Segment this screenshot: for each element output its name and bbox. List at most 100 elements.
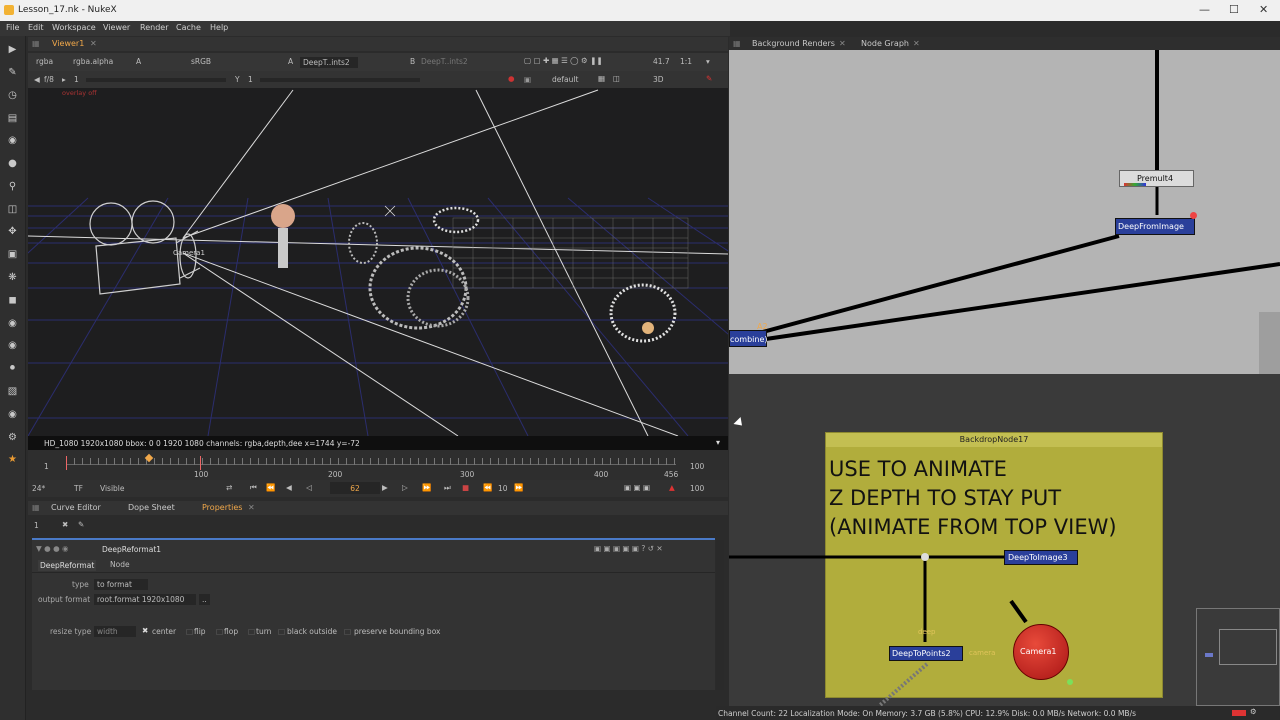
format-menu-button[interactable]: .. [199, 594, 210, 605]
tab-close-icon[interactable]: ✕ [90, 39, 97, 48]
play-forward-icon[interactable]: ▶ [382, 483, 388, 492]
view-mode-dropdown[interactable]: default [552, 75, 578, 84]
lut-icon[interactable]: ▣ [524, 75, 531, 84]
infobar-menu-icon[interactable]: ▾ [716, 438, 720, 447]
timeline[interactable]: 1 100 200 300 400 456 100 [28, 450, 728, 480]
step-forward-icon[interactable]: ▷ [402, 483, 408, 492]
navigator-view-box[interactable] [1219, 629, 1277, 665]
particles-icon[interactable]: ❋ [6, 272, 19, 284]
premult-node[interactable]: Premult4 [1119, 170, 1194, 187]
nuke-icon[interactable]: ★ [6, 454, 19, 466]
colorspace-dropdown[interactable]: sRGB [191, 57, 211, 66]
tab-viewer1[interactable]: Viewer1 [52, 39, 84, 48]
menu-edit[interactable]: Edit [28, 23, 44, 32]
menu-viewer[interactable]: Viewer [103, 23, 130, 32]
toolsets-icon[interactable]: ⚫ [6, 363, 19, 375]
3d-mode-dropdown[interactable]: 3D [653, 75, 664, 84]
playback-range-icons[interactable]: ▣ ▣ ▣ [624, 483, 650, 492]
tf-dropdown[interactable]: TF [74, 484, 83, 493]
preserve-bbox-checkbox[interactable]: □ [344, 627, 351, 636]
playback-end-field[interactable]: 100 [690, 484, 704, 493]
pause-viewer-icon[interactable]: ✎ [706, 74, 712, 83]
gamma-slider[interactable] [260, 78, 420, 82]
last-frame-icon[interactable]: ⏭ [444, 483, 451, 493]
pane-menu-icon[interactable]: ▦ [32, 503, 40, 512]
play-backward-icon[interactable]: ◀ [286, 483, 292, 492]
time-icon[interactable]: ◷ [6, 90, 19, 102]
clip-warning-icon[interactable]: ● [508, 74, 515, 83]
channel-display-dropdown[interactable]: A [136, 57, 141, 66]
fstop-field[interactable]: f/8 [44, 75, 54, 84]
current-frame-field[interactable]: 62 [330, 482, 380, 494]
tab-background-renders[interactable]: Background Renders [752, 39, 835, 48]
3d-icon[interactable]: ▣ [6, 249, 19, 261]
color-icon[interactable]: ◉ [6, 135, 19, 147]
settings-icon[interactable]: ⚙ [6, 432, 19, 444]
out-point-marker[interactable] [200, 456, 201, 470]
tab-node-graph[interactable]: Node Graph [861, 39, 909, 48]
transform-icon[interactable]: ✥ [6, 226, 19, 238]
lock-panels-icon[interactable]: ✎ [78, 520, 84, 529]
merge-icon[interactable]: ◫ [6, 204, 19, 216]
deepmerge-node[interactable]: combine) [729, 330, 768, 347]
metadata-icon[interactable]: ◉ [6, 340, 19, 352]
first-frame-icon[interactable]: ⏮ [250, 483, 257, 493]
frame-step-arrow-icon[interactable]: ▸ [62, 75, 66, 84]
viewer-more-icon[interactable]: ▾ [706, 57, 710, 66]
snapshot-icon[interactable]: ▦ [598, 74, 605, 83]
draw-icon[interactable]: ✎ [6, 67, 19, 79]
record-icon[interactable]: ■ [462, 483, 469, 492]
channels-dropdown[interactable]: rgba [36, 57, 53, 66]
step-back-icon[interactable]: ◁ [306, 483, 312, 492]
panel-collapse-icon[interactable]: ▼ ● ● ◉ [36, 544, 69, 553]
panel-tool-icons[interactable]: ▣ ▣ ▣ ▣ ▣ ? ↺ ✕ [594, 544, 663, 553]
jump-forward-icon[interactable]: ⏩ [514, 483, 523, 492]
filter-icon[interactable]: ● [6, 158, 19, 170]
menu-workspace[interactable]: Workspace [52, 23, 96, 32]
graph-scroll-handle[interactable] [1259, 312, 1280, 374]
ratio-dropdown[interactable]: 1:1 [680, 57, 692, 66]
flop-checkbox[interactable]: □ [216, 627, 223, 636]
visibility-dropdown[interactable]: Visible [100, 484, 125, 493]
fps-dropdown[interactable]: 24* [32, 484, 45, 493]
wipe-icon[interactable]: ◫ [613, 74, 620, 83]
views-icon[interactable]: ◉ [6, 318, 19, 330]
fstop-toggle-icon[interactable]: ◀ [34, 75, 40, 84]
alpha-dropdown[interactable]: rgba.alpha [73, 57, 113, 66]
properties-scrollbar[interactable] [716, 540, 724, 690]
type-dropdown[interactable]: to format [94, 579, 148, 590]
minimize-icon[interactable]: — [1199, 3, 1210, 16]
clear-panels-icon[interactable]: ✖ [62, 520, 68, 529]
close-icon[interactable]: ✕ [1259, 3, 1268, 16]
tab-close-icon[interactable]: ✕ [913, 39, 920, 48]
max-panels-field[interactable]: 1 [34, 521, 39, 530]
maximize-icon[interactable]: ☐ [1229, 3, 1239, 16]
tab-close-icon[interactable]: ✕ [839, 39, 846, 48]
furnace-icon[interactable]: ◉ [6, 409, 19, 421]
menu-file[interactable]: File [6, 23, 19, 32]
node-name-field[interactable]: DeepReformat1 [102, 545, 161, 554]
jump-back-icon[interactable]: ⏪ [483, 483, 492, 492]
tab-node[interactable]: Node [110, 560, 130, 569]
node-graph-upper[interactable]: Premult4 DeepFromImage combine) A2 [729, 50, 1280, 374]
prev-keyframe-icon[interactable]: ⏪ [266, 483, 275, 492]
resize-type-dropdown[interactable]: width [94, 626, 136, 637]
loop-icon[interactable]: ⇄ [226, 483, 232, 492]
viewer-icon[interactable]: ▶ [6, 44, 19, 56]
tab-close-icon[interactable]: ✕ [248, 503, 255, 512]
zoom-dropdown[interactable]: 41.7 [653, 57, 670, 66]
other-icon[interactable]: ▧ [6, 386, 19, 398]
input-a-dropdown[interactable]: DeepT..ints2 [300, 57, 358, 68]
deep-icon[interactable]: ◼ [6, 295, 19, 307]
keyer-icon[interactable]: ⚲ [6, 181, 19, 193]
increment-field[interactable]: 10 [498, 484, 508, 493]
node-graph-navigator[interactable] [1196, 608, 1280, 706]
turn-checkbox[interactable]: □ [248, 627, 255, 636]
tab-deepreformat[interactable]: DeepReformat [38, 560, 97, 571]
gain-slider[interactable] [86, 78, 226, 82]
menu-render[interactable]: Render [140, 23, 168, 32]
in-point-marker[interactable] [66, 456, 67, 470]
input-b-dropdown[interactable]: DeepT..ints2 [421, 57, 468, 66]
output-format-dropdown[interactable]: root.format 1920x1080 [94, 594, 196, 605]
camera-node[interactable]: Camera1 [1013, 624, 1069, 680]
